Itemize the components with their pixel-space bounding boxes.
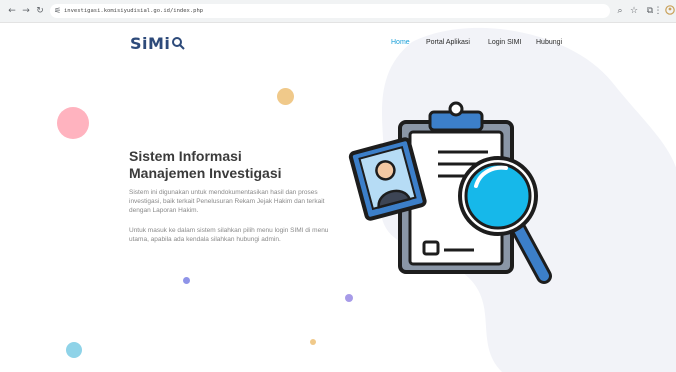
hero-title-line1: Sistem Informasi: [129, 148, 242, 164]
address-bar[interactable]: ⚟ investigasi.komisiyudisial.go.id/index…: [50, 4, 610, 18]
kebab-menu-icon[interactable]: ⋮: [652, 5, 664, 17]
url-text: investigasi.komisiyudisial.go.id/index.p…: [64, 8, 204, 14]
nav-hubungi[interactable]: Hubungi: [536, 39, 562, 46]
back-arrow-icon[interactable]: ←: [6, 5, 18, 17]
profile-icon[interactable]: [664, 5, 676, 17]
decorative-dot: [310, 339, 316, 345]
nav-login-simi[interactable]: Login SIMI: [488, 39, 521, 46]
decorative-dot: [345, 294, 353, 302]
clip-ring: [448, 101, 464, 117]
hero-description: Sistem ini digunakan untuk mendokumentas…: [129, 189, 325, 214]
decorative-dot: [66, 342, 82, 358]
logo-text: SiMi: [130, 34, 171, 53]
star-icon[interactable]: ☆: [628, 5, 640, 17]
reload-icon[interactable]: ↻: [34, 5, 46, 17]
zoom-icon[interactable]: ⌕: [614, 5, 626, 17]
decorative-dot: [57, 107, 89, 139]
forward-arrow-icon[interactable]: →: [20, 5, 32, 17]
site-info-icon[interactable]: ⚟: [54, 5, 61, 17]
magnifier-logo-icon: [171, 35, 186, 54]
investigation-illustration: [348, 101, 552, 284]
hero-instruction: Untuk masuk ke dalam sistem silahkan pil…: [129, 227, 329, 243]
site-logo[interactable]: SiMi: [130, 34, 186, 54]
browser-toolbar: ← → ↻ ⚟ investigasi.komisiyudisial.go.id…: [0, 0, 676, 23]
decorative-dot: [183, 277, 190, 284]
hero-title-line2: Manajemen Investigasi: [129, 165, 282, 181]
hero-title: Sistem Informasi Manajemen Investigasi: [129, 148, 282, 182]
decorative-dot: [277, 88, 294, 105]
nav-home[interactable]: Home: [391, 39, 410, 46]
nav-portal-aplikasi[interactable]: Portal Aplikasi: [426, 39, 470, 46]
